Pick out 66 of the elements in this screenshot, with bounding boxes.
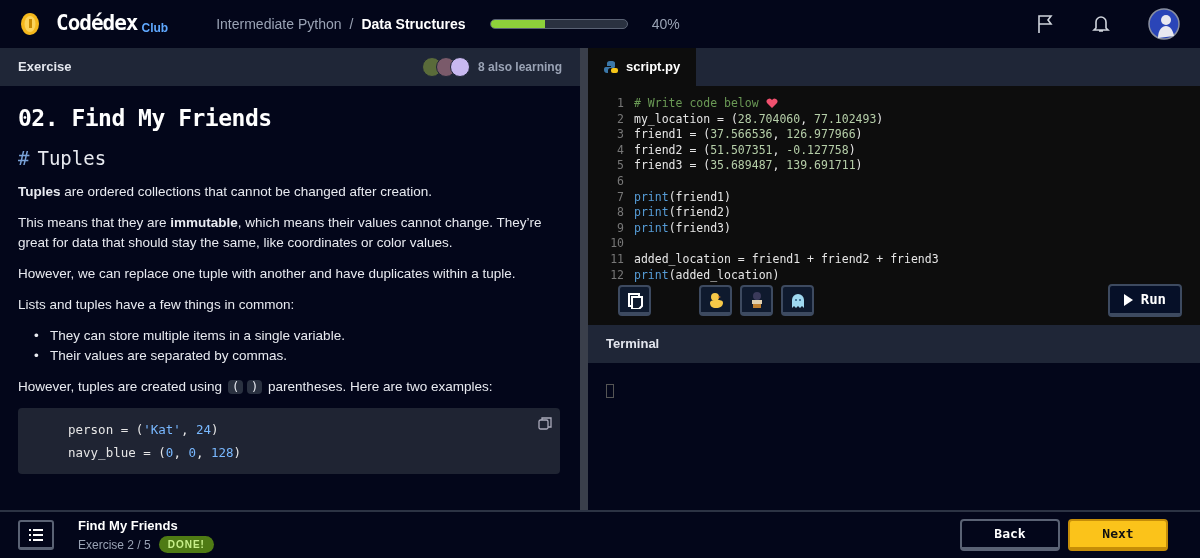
paragraph: Lists and tuples have a few things in common: <box>18 296 296 314</box>
code-line: print(friend1) <box>634 189 731 206</box>
terminal-title: Terminal <box>606 335 660 354</box>
line-number: 1 <box>616 96 625 112</box>
code-line: added_location = friend1 + friend2 + friend3 <box>634 251 939 268</box>
line-number: 9 <box>616 220 625 237</box>
python-icon <box>604 60 618 74</box>
code-line: person = ('Kat', 24) <box>68 421 220 439</box>
menu-button[interactable] <box>18 520 54 550</box>
tool-button[interactable] <box>781 285 814 316</box>
run-button[interactable]: Run <box>1107 284 1182 317</box>
breadcrumb-item[interactable]: Intermediate Python <box>216 13 342 35</box>
line-number: 8 <box>616 205 625 221</box>
paragraph: However, we can replace one tuple with another and have duplicates within a tuple. <box>18 265 517 283</box>
code-line: navy_blue = (0, 0, 128) <box>68 444 243 462</box>
copy-icon[interactable] <box>538 416 552 430</box>
logo-text[interactable]: Codédex <box>56 8 138 40</box>
section-heading: Tuples <box>37 148 107 168</box>
code-line: friend1 = (37.566536, 126.977966) <box>634 127 863 143</box>
exercise-name: Find My Friends <box>78 517 179 536</box>
learner-avatar <box>449 57 470 77</box>
heading-marker: # <box>18 148 30 168</box>
line-number: 3 <box>616 127 625 143</box>
paragraph: Tuples are ordered collections that cannot be changed after creation. <box>18 183 433 201</box>
next-button[interactable]: Next <box>1068 519 1168 551</box>
paragraph: This means that they are immutable, which means their values cannot change. They’re great for data that should stay the same, like coordinates or color values. <box>18 214 543 252</box>
code-line: # Write code below <box>634 96 759 112</box>
learners-count: 8 also learning <box>477 59 562 76</box>
code-line: friend2 = (51.507351, -0.127758) <box>634 142 856 159</box>
line-number: 6 <box>616 173 625 190</box>
coin-icon <box>20 12 40 36</box>
line-number: 10 <box>609 236 625 252</box>
flag-icon[interactable] <box>1036 14 1054 34</box>
club-label: Club <box>141 20 169 37</box>
code-line: print(friend3) <box>634 220 731 237</box>
menu-icon <box>29 528 43 541</box>
tool-button[interactable] <box>699 285 732 316</box>
back-button[interactable]: Back <box>960 519 1060 551</box>
notification-icon[interactable] <box>1092 14 1110 34</box>
line-number: 2 <box>616 111 625 128</box>
breadcrumb-item: Data Structures <box>361 14 466 34</box>
tool-button[interactable] <box>618 285 651 316</box>
list-bullet: • <box>34 327 40 345</box>
progress-reading: 40% <box>651 14 680 34</box>
list-item: They can store multiple items in a single variable. <box>50 327 345 345</box>
list-item: Their values are separated by commas. <box>50 347 288 365</box>
line-number: 7 <box>616 189 625 206</box>
play-icon <box>1123 293 1133 306</box>
code-line: friend3 = (35.689487, 139.691711) <box>634 158 863 174</box>
line-number: 4 <box>616 142 625 159</box>
breadcrumb-separator: / <box>349 14 354 34</box>
panel-tab[interactable]: Exercise <box>18 57 72 77</box>
code-line: print(friend2) <box>634 205 731 221</box>
status-badge: DONE! <box>158 536 214 554</box>
avatar[interactable] <box>1148 8 1180 40</box>
line-number: 11 <box>609 251 625 268</box>
line-number: 5 <box>616 158 625 174</box>
code-line: print(added_location) <box>634 267 780 284</box>
line-number: 12 <box>609 267 625 284</box>
paragraph: However, tuples are created using ( ) parentheses. Here are two examples: <box>18 378 494 396</box>
file-tab[interactable]: script.py <box>588 48 697 86</box>
tool-button[interactable] <box>740 285 773 316</box>
exercise-count: Exercise 2 / 5 <box>78 536 151 554</box>
code-line: my_location = (28.704060, 77.102493) <box>634 111 884 128</box>
copy-icon <box>625 290 644 309</box>
list-bullet: • <box>34 347 40 365</box>
